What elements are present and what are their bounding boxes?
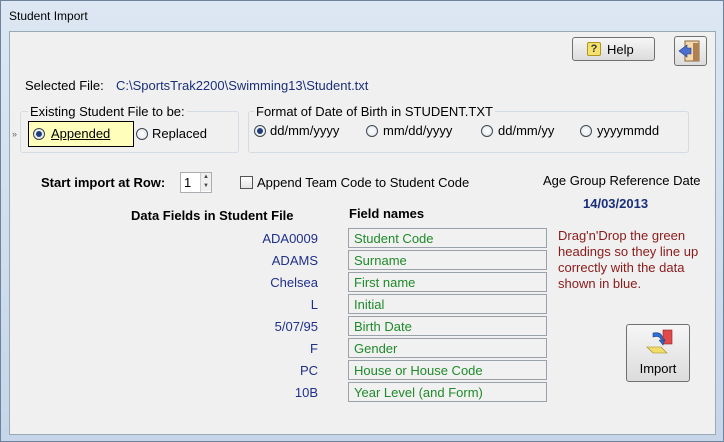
field-name-box[interactable]: First name [348, 272, 547, 292]
append-team-label[interactable]: Append Team Code to Student Code [257, 175, 469, 190]
instructions-text: Drag'n'Drop the green headings so they l… [558, 228, 699, 291]
dob-label-yyyymmdd[interactable]: yyyymmdd [597, 123, 659, 138]
help-book-icon: ? [587, 42, 601, 56]
data-value: L [310, 297, 318, 312]
dob-label-dd-mm-yyyy[interactable]: dd/mm/yyyy [270, 123, 339, 138]
appended-label[interactable]: Appended [51, 126, 110, 141]
dob-label-mm-dd-yyyy[interactable]: mm/dd/yyyy [383, 123, 452, 138]
field-name-box[interactable]: House or House Code [348, 360, 547, 380]
replaced-radio[interactable] [136, 128, 148, 140]
pointer-marker-icon: » [12, 129, 18, 139]
data-value: ADA0009 [262, 231, 318, 246]
dob-label-dd-mm-yy[interactable]: dd/mm/yy [498, 123, 554, 138]
import-button-label: Import [639, 361, 677, 376]
field-name-box[interactable]: Surname [348, 250, 547, 270]
client-area: ? Help Selected File: C:\SportsTrak2200\… [9, 31, 716, 435]
field-name-box[interactable]: Student Code [348, 228, 547, 248]
existing-file-group-label: Existing Student File to be: [28, 104, 187, 119]
stepper-down-icon[interactable]: ▼ [201, 182, 211, 191]
data-value: Chelsea [270, 275, 318, 290]
field-names-header: Field names [349, 206, 425, 221]
field-name-box[interactable]: Initial [348, 294, 547, 314]
field-name-box[interactable]: Year Level (and Form) [348, 382, 547, 402]
student-import-window: Student Import ? Help Selected File: C:\… [0, 0, 724, 442]
dob-format-group-label: Format of Date of Birth in STUDENT.TXT [254, 104, 495, 119]
data-value: F [310, 341, 318, 356]
dob-radio-dd-mm-yy[interactable] [481, 125, 493, 137]
replaced-label[interactable]: Replaced [152, 126, 207, 141]
dob-radio-yyyymmdd[interactable] [580, 125, 592, 137]
window-title: Student Import [9, 9, 88, 23]
import-arrow-icon [646, 329, 673, 354]
help-button[interactable]: ? Help [572, 37, 655, 61]
import-button[interactable]: Import [626, 324, 690, 382]
data-value: 5/07/95 [274, 319, 318, 334]
exit-door-icon [678, 40, 700, 62]
append-team-checkbox[interactable] [240, 176, 253, 189]
data-fields-header: Data Fields in Student File [131, 208, 294, 223]
field-name-box[interactable]: Birth Date [348, 316, 547, 336]
start-row-value[interactable]: 1 [184, 175, 191, 190]
exit-button[interactable] [674, 36, 707, 66]
selected-file-label: Selected File: [25, 78, 104, 93]
stepper-buttons: ▲ ▼ [200, 173, 211, 192]
age-group-label: Age Group Reference Date [543, 173, 701, 188]
start-row-stepper[interactable]: 1 ▲ ▼ [180, 172, 212, 193]
title-bar[interactable]: Student Import [1, 1, 723, 31]
stepper-up-icon[interactable]: ▲ [201, 173, 211, 182]
field-name-box[interactable]: Gender [348, 338, 547, 358]
selected-file-path: C:\SportsTrak2200\Swimming13\Student.txt [116, 78, 369, 93]
start-row-label: Start import at Row: [41, 175, 166, 190]
data-value: PC [299, 363, 318, 378]
dob-radio-dd-mm-yyyy[interactable] [254, 125, 266, 137]
dob-radio-mm-dd-yyyy[interactable] [366, 125, 378, 137]
age-group-date: 14/03/2013 [583, 196, 649, 211]
data-value: ADAMS [271, 253, 318, 268]
help-button-label: Help [607, 42, 634, 57]
appended-radio[interactable] [33, 128, 45, 140]
data-value: 10B [294, 385, 318, 400]
